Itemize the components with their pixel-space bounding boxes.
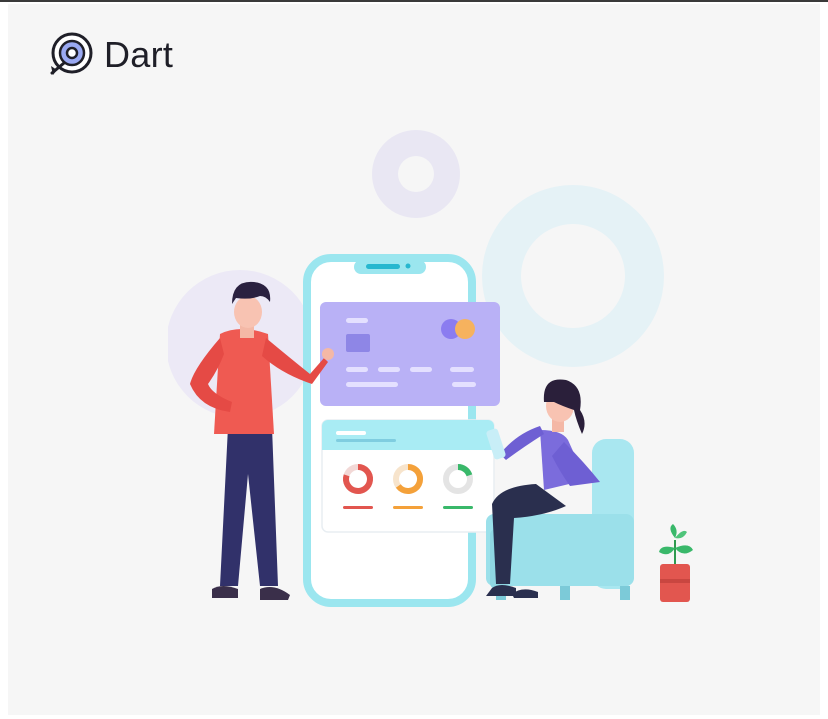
brand-header[interactable]: Dart [46, 30, 173, 80]
window-top-border [0, 0, 828, 2]
potted-plant [659, 524, 693, 602]
card-logo-right [455, 319, 475, 339]
dart-target-icon [50, 32, 93, 75]
brand-name: Dart [104, 34, 174, 75]
finance-app-illustration [168, 124, 708, 614]
credit-card [320, 302, 500, 406]
illustration-canvas [168, 130, 693, 607]
card-chip [346, 334, 370, 352]
page-panel: Dart [8, 4, 820, 715]
